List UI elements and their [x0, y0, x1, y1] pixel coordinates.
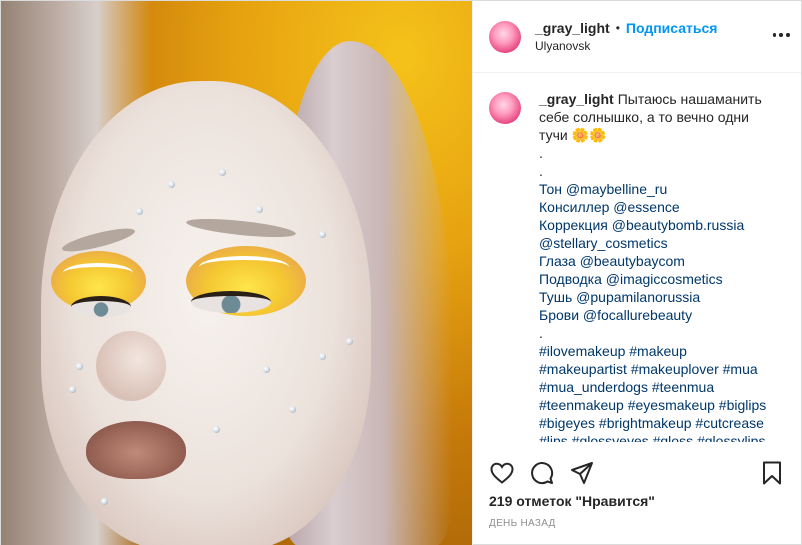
post-location[interactable]: Ulyanovsk	[535, 37, 717, 55]
caption-line: Пытаюсь нашаманить	[617, 91, 762, 107]
caption-mention-line[interactable]: Тушь @pupamilanorussia	[539, 288, 785, 306]
eyeliner-left	[63, 263, 133, 283]
caption-line: .	[539, 145, 543, 161]
photo-lips	[86, 421, 186, 479]
follow-button[interactable]: Подписаться	[626, 19, 718, 37]
caption-avatar[interactable]	[489, 92, 521, 124]
post-header: _gray_light • Подписаться Ulyanovsk	[473, 1, 801, 73]
bookmark-icon[interactable]	[759, 460, 785, 486]
caption-hashtag-line[interactable]: #bigeyes #brightmakeup #cutcrease	[539, 414, 785, 432]
caption-hashtag-line[interactable]: #lips #glossyeyes #gloss #glossylips	[539, 432, 785, 442]
caption-hashtag-line[interactable]: #teenmakeup #eyesmakeup #biglips	[539, 396, 785, 414]
rhinestone	[219, 169, 226, 176]
caption-mention-line[interactable]: Коррекция @beautybomb.russia	[539, 216, 785, 234]
rhinestone	[346, 338, 353, 345]
eye-left	[71, 296, 131, 318]
comment-icon[interactable]	[529, 460, 555, 486]
caption-mention-line[interactable]: Глаза @beautybaycom	[539, 252, 785, 270]
caption-hashtag-line[interactable]: #mua_underdogs #teenmua	[539, 378, 785, 396]
post-actions	[489, 456, 785, 490]
rhinestone	[319, 231, 326, 238]
eyeliner-right	[199, 256, 289, 278]
rhinestone	[101, 498, 108, 505]
separator-dot: •	[615, 20, 620, 35]
rhinestone	[213, 426, 220, 433]
caption-text: _gray_light Пытаюсь нашаманить себе солны…	[539, 90, 785, 442]
caption-line: себе солнышко, а то вечно одни	[539, 109, 749, 125]
author-meta: _gray_light • Подписаться Ulyanovsk	[535, 19, 717, 55]
caption-hashtag-line[interactable]: #makeupartist #makeuplover #mua	[539, 360, 785, 378]
caption: _gray_light Пытаюсь нашаманить себе солны…	[489, 90, 785, 442]
rhinestone	[319, 353, 326, 360]
comments-section[interactable]: _gray_light Пытаюсь нашаманить себе солны…	[473, 74, 801, 442]
caption-username[interactable]: _gray_light	[539, 91, 614, 107]
rhinestone	[76, 363, 83, 370]
eye-right	[191, 291, 271, 313]
paper-plane-icon[interactable]	[569, 460, 595, 486]
likes-count[interactable]: 219 отметок "Нравится"	[489, 493, 655, 509]
caption-line: .	[539, 163, 543, 179]
author-avatar[interactable]	[489, 20, 521, 53]
author-username[interactable]: _gray_light	[535, 19, 610, 37]
caption-line: тучи 🌼🌼	[539, 127, 607, 143]
rhinestone	[168, 181, 175, 188]
post-photo[interactable]	[1, 1, 472, 545]
instagram-post: _gray_light • Подписаться Ulyanovsk _gra…	[0, 0, 802, 545]
post-timestamp[interactable]: День назад	[489, 518, 556, 529]
post-side-panel: _gray_light • Подписаться Ulyanovsk _gra…	[472, 1, 801, 545]
more-options-icon[interactable]	[771, 25, 791, 45]
rhinestone	[69, 386, 76, 393]
caption-mention-line[interactable]: Тон @maybelline_ru	[539, 180, 785, 198]
author-row: _gray_light • Подписаться	[535, 19, 717, 37]
rhinestone	[136, 208, 143, 215]
rhinestone	[289, 406, 296, 413]
caption-mention-line[interactable]: Консиллер @essence	[539, 198, 785, 216]
caption-mention-line[interactable]: @stellary_cosmetics	[539, 234, 785, 252]
rhinestone	[263, 366, 270, 373]
caption-mention-line[interactable]: Брови @focallurebeauty	[539, 306, 785, 324]
photo-nose	[96, 331, 166, 401]
rhinestone	[256, 206, 263, 213]
caption-mention-line[interactable]: Подводка @imagiccosmetics	[539, 270, 785, 288]
caption-hashtag-line[interactable]: #ilovemakeup #makeup	[539, 342, 785, 360]
heart-icon[interactable]	[489, 460, 515, 486]
caption-line: .	[539, 325, 543, 341]
